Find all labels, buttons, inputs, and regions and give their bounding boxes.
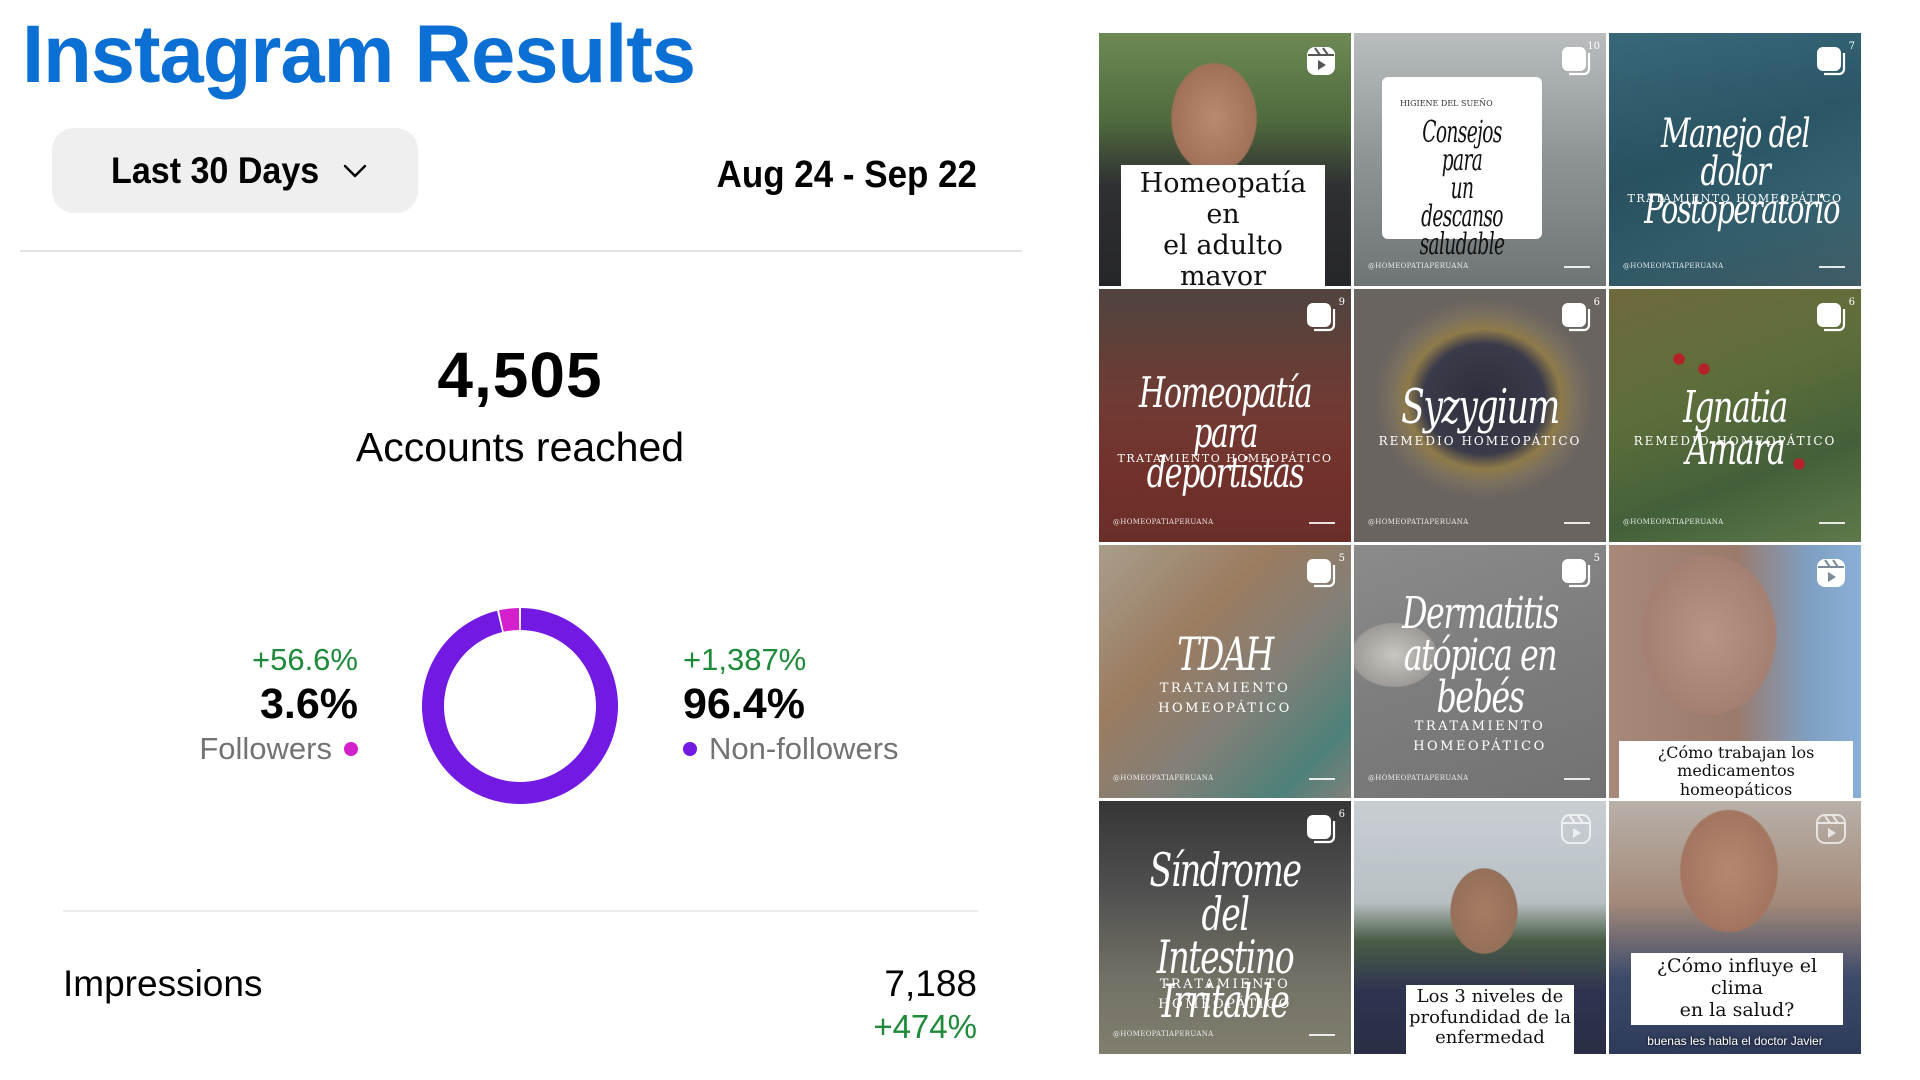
reel-icon: [1561, 814, 1591, 844]
post-caption: ¿Cómo influye el clima en la salud?: [1631, 953, 1843, 1025]
non-followers-legend-label: Non-followers: [709, 731, 899, 766]
post-handle: @HOMEOPATIAPERUANA: [1113, 774, 1214, 782]
carousel-icon: [1817, 303, 1846, 332]
post-tile[interactable]: 5 Dermatitis atópica en bebés TRATAMIENTO H…: [1354, 545, 1606, 798]
arrow-right-icon: [1819, 522, 1845, 524]
header-divider: [20, 250, 1022, 252]
donut-segment-non-followers: [422, 608, 618, 804]
post-tile[interactable]: ¿Cómo influye el clima en la salud? buena…: [1609, 801, 1861, 1054]
posts-grid: Homeopatía en el adulto mayor 10 HIGIENE …: [1099, 33, 1861, 1061]
carousel-icon: [1562, 303, 1591, 332]
chevron-down-icon: [343, 164, 367, 177]
arrow-right-icon: [1819, 266, 1845, 268]
carousel-icon: [1817, 47, 1846, 76]
post-tile[interactable]: ¿Cómo trabajan los medicamentos homeopáti…: [1609, 545, 1861, 798]
post-title: Dermatitis atópica en bebés: [1402, 588, 1559, 723]
post-handle: @HOMEOPATIAPERUANA: [1113, 518, 1214, 526]
post-caption: Homeopatía en el adulto mayor: [1121, 165, 1325, 286]
non-followers-legend: Non-followers: [683, 728, 899, 770]
non-followers-delta: +1,387%: [683, 642, 807, 677]
non-followers-stat: +1,387% 96.4% Non-followers: [683, 640, 899, 770]
carousel-count: 6: [1848, 297, 1855, 308]
post-subtitle: REMEDIO HOMEOPÁTICO: [1378, 434, 1582, 448]
carousel-icon: [1307, 815, 1336, 844]
accounts-reached-value: 4,505: [437, 339, 603, 411]
post-handle: @HOMEOPATIAPERUANA: [1623, 262, 1724, 270]
followers-legend-dot: [344, 742, 358, 756]
carousel-count: 5: [1593, 553, 1600, 564]
post-tile[interactable]: 9 Homeopatía para deportistas TRATAMIENTO…: [1099, 289, 1351, 542]
accounts-reached-label: Accounts reached: [355, 424, 685, 470]
carousel-count: 9: [1338, 297, 1345, 308]
non-followers-percent: 96.4%: [683, 680, 805, 728]
post-kicker: HIGIENE DEL SUEÑO: [1400, 99, 1493, 108]
post-title: Homeopatía para deportistas: [1138, 368, 1313, 497]
post-handle: @HOMEOPATIAPERUANA: [1113, 1030, 1214, 1038]
carousel-icon: [1307, 559, 1336, 588]
carousel-count: 10: [1587, 41, 1600, 52]
post-title: Manejo del dolor Postoperatorio: [1644, 111, 1840, 233]
post-tile[interactable]: 10 HIGIENE DEL SUEÑO Consejos para un des…: [1354, 33, 1606, 286]
non-followers-legend-dot: [683, 742, 697, 756]
followers-legend-label: Followers: [199, 731, 332, 766]
post-handle: @HOMEOPATIAPERUANA: [1368, 518, 1469, 526]
video-subtitle: buenas les habla el doctor Javier: [1647, 1034, 1823, 1048]
post-subtitle: TRATAMIENTO HOMEOPÁTICO: [1627, 192, 1843, 205]
post-tile[interactable]: 6 Síndrome del Intestino Irritable TRATAMI…: [1099, 801, 1351, 1054]
post-tile[interactable]: Los 3 niveles de profundidad de la enferme…: [1354, 801, 1606, 1054]
impressions-label: Impressions: [63, 963, 263, 1004]
carousel-count: 5: [1338, 553, 1345, 564]
followers-percent: 3.6%: [259, 680, 358, 728]
arrow-right-icon: [1309, 778, 1335, 780]
carousel-count: 7: [1848, 41, 1855, 52]
post-subtitle: TRATAMIENTO HOMEOPÁTICO: [1413, 719, 1547, 754]
post-subtitle: TRATAMIENTO HOMEOPÁTICO: [1117, 452, 1333, 465]
arrow-right-icon: [1564, 266, 1590, 268]
date-range-dropdown[interactable]: Last 30 Days: [52, 128, 418, 213]
followers-delta: +56.6%: [251, 642, 358, 677]
carousel-icon: [1562, 559, 1591, 588]
post-tile[interactable]: Homeopatía en el adulto mayor: [1099, 33, 1351, 286]
carousel-count: 6: [1593, 297, 1600, 308]
post-subtitle: TRATAMIENTO HOMEOPÁTICO: [1158, 977, 1292, 1012]
post-handle: @HOMEOPATIAPERUANA: [1368, 262, 1469, 270]
arrow-right-icon: [1564, 778, 1590, 780]
post-handle: @HOMEOPATIAPERUANA: [1368, 774, 1469, 782]
arrow-right-icon: [1564, 522, 1590, 524]
reel-icon: [1817, 559, 1845, 587]
post-title: Ignatia Amara: [1683, 382, 1788, 475]
impressions-value: 7,188: [884, 963, 977, 1004]
post-title: Syzygium: [1401, 379, 1560, 435]
post-caption: ¿Cómo trabajan los medicamentos homeopáti…: [1619, 741, 1853, 798]
post-caption: Los 3 niveles de profundidad de la enferme…: [1406, 985, 1574, 1054]
reel-icon: [1307, 47, 1335, 75]
post-handle: @HOMEOPATIAPERUANA: [1623, 518, 1724, 526]
post-tile[interactable]: 5 TDAH TRATAMIENTO HOMEOPÁTICO @HOMEOPATI…: [1099, 545, 1351, 798]
arrow-right-icon: [1309, 522, 1335, 524]
post-title: TDAH: [1177, 627, 1274, 681]
post-subtitle: REMEDIO HOMEOPÁTICO: [1633, 434, 1837, 448]
post-tile[interactable]: 6 Ignatia Amara REMEDIO HOMEOPÁTICO @HOM…: [1609, 289, 1861, 542]
followers-stat: +56.6% 3.6% Followers: [199, 640, 358, 770]
post-tile[interactable]: 6 Syzygium REMEDIO HOMEOPÁTICO @HOMEOPAT…: [1354, 289, 1606, 542]
followers-legend: Followers: [199, 728, 358, 770]
impressions-delta: +474%: [873, 1008, 977, 1045]
date-range-text: Aug 24 - Sep 22: [716, 154, 977, 196]
arrow-right-icon: [1309, 1034, 1335, 1036]
carousel-count: 6: [1338, 809, 1345, 820]
reel-icon: [1816, 814, 1846, 844]
section-divider: [63, 910, 978, 912]
date-range-dropdown-label: Last 30 Days: [110, 149, 320, 191]
page-title: Instagram Results: [22, 9, 696, 100]
donut-segment-followers: [499, 608, 520, 632]
audience-donut-chart: [422, 608, 618, 804]
carousel-icon: [1307, 303, 1336, 332]
post-tile[interactable]: 7 Manejo del dolor Postoperatorio TRATAMI…: [1609, 33, 1861, 286]
post-title: Consejos para un descanso saludable: [1419, 115, 1505, 262]
post-subtitle: TRATAMIENTO HOMEOPÁTICO: [1158, 681, 1292, 716]
post-card: HIGIENE DEL SUEÑO Consejos para un descan…: [1382, 77, 1542, 260]
